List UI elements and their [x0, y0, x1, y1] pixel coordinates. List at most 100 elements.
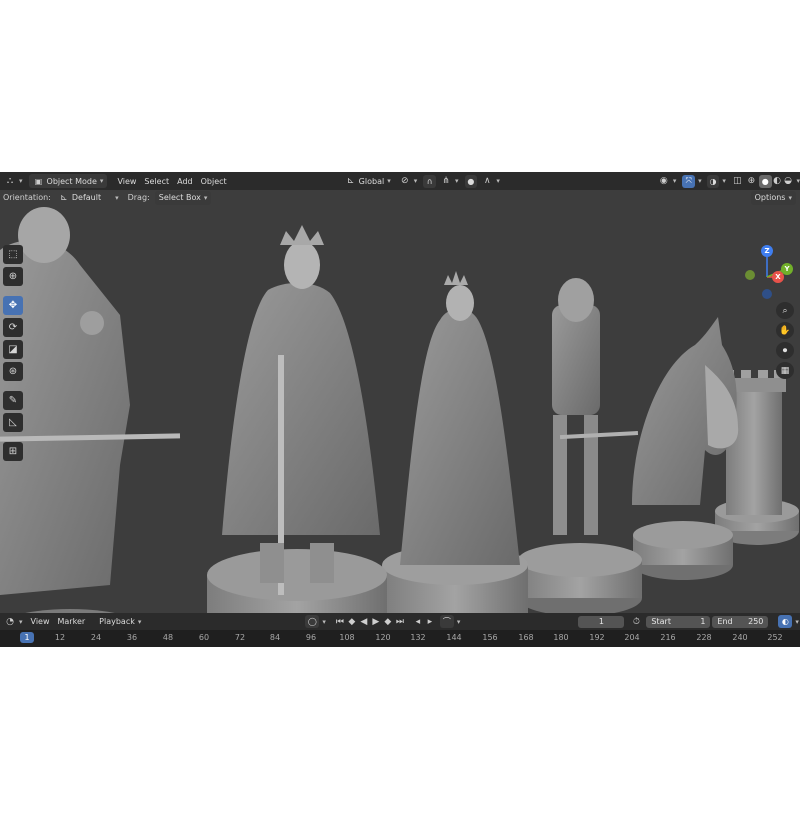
gizmo-z-axis[interactable]: Z — [761, 245, 773, 257]
menu-add[interactable]: Add — [173, 174, 197, 188]
perspective-grid-icon[interactable]: ▦ — [776, 362, 794, 379]
drag-option-dropdown[interactable]: Select Box ▾ — [154, 190, 212, 205]
blender-window: ⛬ ▾ ▣ Object Mode ▾ View Select Add Objec… — [0, 172, 800, 647]
drag-option-value: Select Box — [158, 193, 201, 202]
timeline-ruler[interactable]: 1 12 24 36 48 60 72 84 96 108 120 132 14… — [0, 630, 800, 647]
zoom-icon[interactable]: ⌕ — [776, 302, 794, 319]
end-label: End — [717, 617, 733, 626]
xray-icon[interactable]: ◫ — [732, 175, 743, 187]
chevron-down-icon[interactable]: ▾ — [797, 177, 800, 185]
pawn-knight-piece[interactable] — [518, 278, 642, 613]
menu-view[interactable]: View — [113, 174, 140, 188]
snap-toggle[interactable]: ∩ — [423, 174, 437, 188]
chevron-down-icon: ▾ — [672, 177, 677, 185]
orientation-option-label: Orientation: — [3, 193, 51, 202]
timeline-menu-marker[interactable]: Marker — [54, 615, 90, 629]
timeline-editor-button[interactable]: ◔ ▾ — [0, 615, 27, 629]
timeline-menu-playback[interactable]: Playback ▾ — [95, 615, 145, 629]
play-reverse-icon[interactable]: ◀ — [358, 616, 370, 628]
knight-figure-left[interactable] — [0, 207, 181, 613]
jump-end-icon[interactable]: ⏭ — [394, 616, 406, 628]
frame-tick: 72 — [234, 633, 246, 642]
knight-piece[interactable] — [632, 317, 739, 580]
menu-select[interactable]: Select — [140, 174, 173, 188]
tool-shelf: ⬚ ⊕ ✥ ⟳ ◪ ⊛ ✎ ◺ ⊞ — [3, 245, 25, 461]
keying-icon: ◐ — [781, 617, 789, 626]
chevron-down-icon[interactable]: ▾ — [698, 177, 702, 185]
gizmo-toggle[interactable]: ⤧ — [682, 174, 696, 188]
proportional-icon: ● — [467, 176, 475, 186]
transform-icon[interactable]: ⊛ — [3, 362, 23, 381]
navigation-gizmo[interactable]: Z X Y — [741, 244, 797, 304]
wireframe-shading-icon[interactable]: ⊕ — [746, 175, 757, 187]
frame-tick: 192 — [589, 633, 605, 642]
visibility-dropdown[interactable]: ◉ ▾ — [654, 174, 681, 188]
select-box-icon[interactable]: ⬚ — [3, 245, 23, 264]
chevron-down-icon[interactable]: ▾ — [722, 177, 726, 185]
clock-icon: ◔ — [6, 616, 14, 627]
gizmo-y-axis[interactable]: Y — [781, 263, 793, 275]
queen-piece[interactable] — [381, 271, 529, 613]
gizmo-neg-z[interactable] — [762, 289, 772, 299]
start-value: 1 — [700, 617, 706, 626]
orientation-label: Global — [358, 176, 385, 186]
add-cube-icon[interactable]: ⊞ — [3, 442, 23, 461]
frame-tick: 180 — [553, 633, 569, 642]
timeline-menu-view[interactable]: View — [27, 615, 54, 629]
move-icon[interactable]: ✥ — [3, 296, 23, 315]
frame-tick: 228 — [696, 633, 712, 642]
pivot-point-dropdown[interactable]: ⊘ ▾ — [395, 174, 422, 188]
solid-shading-button[interactable]: ● — [758, 174, 772, 188]
current-frame-indicator[interactable]: 1 — [20, 632, 34, 643]
frame-tick: 168 — [518, 633, 534, 642]
overlays-toggle[interactable]: ◑ — [706, 174, 720, 188]
chevron-down-icon[interactable]: ▾ — [322, 618, 326, 626]
chevron-down-icon: ▾ — [496, 177, 500, 185]
falloff-dropdown[interactable]: ∧ ▾ — [477, 174, 504, 188]
editor-type-button[interactable]: ⛬ ▾ — [0, 174, 27, 188]
prev-keyframe-icon[interactable]: ◆ — [346, 616, 358, 628]
keying-toggle[interactable]: ◐ — [778, 615, 793, 628]
chevron-down-icon[interactable]: ▾ — [457, 618, 461, 626]
next-keyframe-icon[interactable]: ◆ — [382, 616, 394, 628]
current-frame-field[interactable]: 1 — [578, 615, 625, 628]
gizmo-neg-x[interactable] — [745, 270, 755, 280]
frame-tick: 84 — [269, 633, 281, 642]
start-frame-field[interactable]: Start 1 — [646, 615, 711, 628]
frame-tick: 48 — [162, 633, 174, 642]
playback-label: Playback — [99, 617, 135, 626]
3d-viewport-icon: ⛬ — [6, 176, 14, 186]
proportional-edit-toggle[interactable]: ● — [464, 174, 478, 188]
scale-icon[interactable]: ◪ — [3, 340, 23, 359]
material-shading-icon[interactable]: ◐ — [772, 175, 783, 187]
rotate-icon[interactable]: ⟳ — [3, 318, 23, 337]
cursor-icon[interactable]: ⊕ — [3, 267, 23, 286]
snap-target-dropdown[interactable]: ⋔ ▾ — [436, 174, 463, 188]
stopwatch-icon[interactable]: ⏱ — [630, 616, 642, 628]
next-marker-icon[interactable]: ▸ — [424, 616, 436, 628]
king-piece[interactable] — [205, 225, 389, 613]
pan-hand-icon[interactable]: ✋ — [776, 322, 794, 339]
3d-viewport[interactable]: ⬚ ⊕ ✥ ⟳ ◪ ⊛ ✎ ◺ ⊞ Z X Y ⌕ ✋ ⏺ ▦ — [0, 205, 800, 613]
transform-orientation-dropdown[interactable]: ⊾ Global ▾ — [341, 174, 395, 188]
chevron-down-icon: ▾ — [203, 193, 208, 202]
overlays-icon: ◑ — [709, 176, 717, 186]
auto-key-toggle[interactable]: ◯ — [305, 615, 320, 628]
orientation-option-dropdown[interactable]: ⊾ Default ▾ — [54, 191, 123, 205]
frame-tick: 36 — [126, 633, 138, 642]
camera-view-icon[interactable]: ⏺ — [776, 342, 794, 359]
annotate-icon[interactable]: ✎ — [3, 391, 23, 410]
end-frame-field[interactable]: End 250 — [712, 615, 769, 628]
menu-object[interactable]: Object — [197, 174, 231, 188]
chevron-down-icon: ▾ — [115, 193, 119, 202]
rendered-shading-icon[interactable]: ◒ — [783, 175, 794, 187]
measure-icon[interactable]: ◺ — [3, 413, 23, 432]
chevron-down-icon[interactable]: ▾ — [795, 618, 799, 626]
playback-sync-button[interactable]: ⌒ — [439, 615, 454, 628]
options-dropdown[interactable]: Options ▾ — [750, 190, 796, 205]
chevron-down-icon: ▾ — [455, 177, 459, 185]
play-icon[interactable]: ▶ — [370, 616, 382, 628]
mode-dropdown[interactable]: ▣ Object Mode ▾ — [28, 174, 108, 188]
jump-start-icon[interactable]: ⏮ — [334, 616, 346, 628]
prev-marker-icon[interactable]: ◂ — [412, 616, 424, 628]
